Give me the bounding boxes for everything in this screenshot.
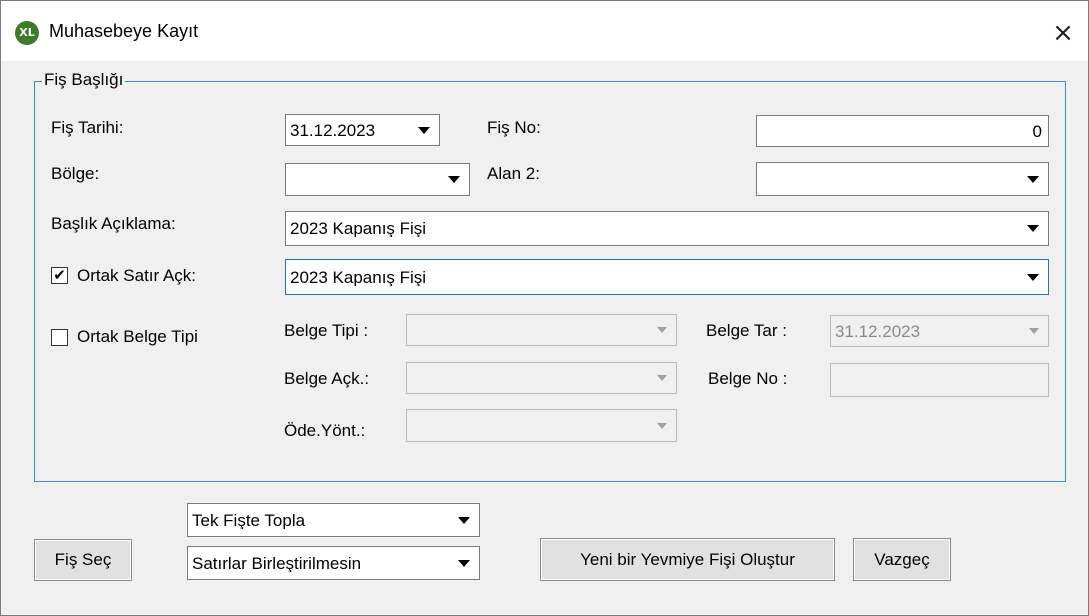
baslik-aciklama-combo[interactable]: 2023 Kapanış Fişi [285, 211, 1049, 246]
baslik-aciklama-value: 2023 Kapanış Fişi [290, 220, 427, 237]
bolge-label: Bölge: [51, 164, 100, 183]
yeni-yevmiye-fisi-button[interactable]: Yeni bir Yevmiye Fişi Oluştur [540, 538, 835, 581]
satir-birlestirme-value: Satırlar Birleştirilmesin [192, 554, 362, 572]
chevron-down-icon[interactable] [458, 516, 470, 524]
belge-tar-label: Belge Tar : [706, 321, 787, 340]
belge-no-label: Belge No : [708, 369, 788, 388]
ode-yont-label: Öde.Yönt.: [284, 421, 366, 440]
belge-tar-date-picker[interactable]: 31.12.2023 [830, 315, 1049, 347]
bolge-combo[interactable] [285, 163, 470, 196]
alan2-combo[interactable] [756, 162, 1049, 196]
vazgec-button[interactable]: Vazgeç [853, 538, 951, 581]
fis-sec-button[interactable]: Fiş Seç [34, 539, 132, 581]
chevron-down-icon[interactable] [1027, 175, 1039, 183]
chevron-down-icon[interactable] [448, 176, 460, 183]
belge-tipi-label: Belge Tipi : [284, 321, 369, 340]
dialog-window: XL Muhasebeye Kayıt × Fiş Başlığı Fiş Ta… [0, 0, 1089, 616]
fis-tarihi-label: Fiş Tarihi: [51, 118, 124, 137]
belge-tipi-combo[interactable] [406, 314, 677, 346]
fis-no-input[interactable]: 0 [756, 115, 1049, 147]
close-button[interactable]: × [1045, 15, 1081, 51]
belge-tar-value: 31.12.2023 [835, 322, 921, 340]
chevron-down-icon[interactable] [657, 327, 667, 333]
ortak-belge-tipi-label[interactable]: Ortak Belge Tipi [77, 327, 198, 347]
fis-tarihi-value: 31.12.2023 [290, 121, 376, 139]
ortak-belge-tipi-checkbox[interactable] [51, 329, 68, 346]
window-title: Muhasebeye Kayıt [49, 21, 199, 41]
fis-toplama-combo[interactable]: Tek Fişte Topla [187, 503, 480, 537]
belge-ack-combo[interactable] [406, 362, 677, 394]
chevron-down-icon[interactable] [657, 422, 667, 429]
baslik-aciklama-label: Başlık Açıklama: [51, 214, 176, 233]
fis-no-value: 0 [1032, 122, 1042, 140]
chevron-down-icon[interactable] [1027, 273, 1039, 281]
fis-toplama-value: Tek Fişte Topla [192, 511, 306, 529]
chevron-down-icon[interactable] [458, 559, 470, 567]
group-legend: Fiş Başlığı [42, 70, 126, 90]
alan2-label: Alan 2: [487, 164, 540, 183]
chevron-down-icon[interactable] [657, 375, 667, 381]
ortak-satir-label[interactable]: Ortak Satır Açk: [77, 266, 196, 286]
belge-ack-label: Belge Açk.: [284, 369, 370, 388]
ortak-satir-checkbox[interactable]: ✔ [51, 267, 68, 284]
ortak-satir-value: 2023 Kapanış Fişi [290, 268, 427, 286]
app-logo-icon: XL [15, 21, 39, 45]
satir-birlestirme-combo[interactable]: Satırlar Birleştirilmesin [187, 546, 480, 580]
fis-no-label: Fiş No: [487, 118, 541, 137]
title-bar: XL Muhasebeye Kayıt × [1, 1, 1088, 61]
chevron-down-icon[interactable] [1029, 328, 1039, 334]
chevron-down-icon[interactable] [418, 126, 430, 134]
fis-tarihi-date-picker[interactable]: 31.12.2023 [285, 114, 440, 146]
chevron-down-icon[interactable] [1027, 225, 1039, 232]
ode-yont-combo[interactable] [406, 409, 677, 442]
ortak-satir-combo[interactable]: 2023 Kapanış Fişi [285, 259, 1049, 295]
belge-no-input[interactable] [830, 363, 1049, 397]
